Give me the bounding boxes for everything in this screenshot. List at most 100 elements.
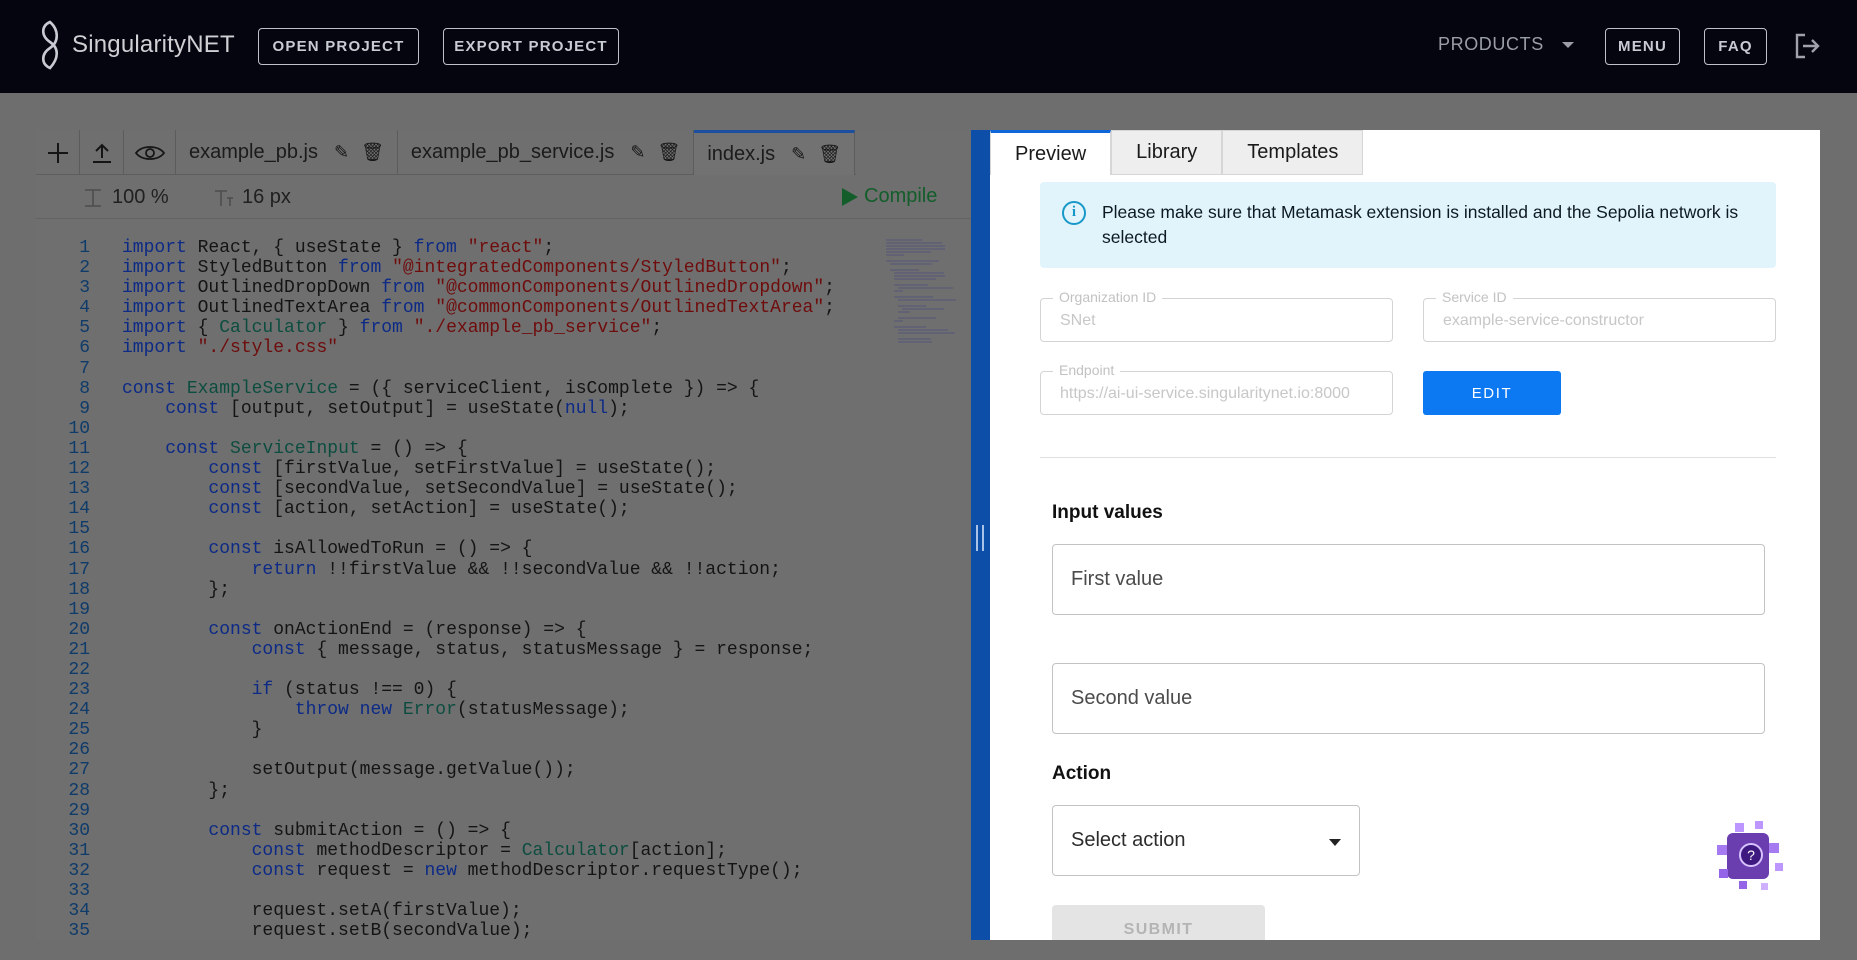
code-line[interactable]: 33 — [36, 881, 886, 901]
logout-icon[interactable] — [1793, 32, 1821, 60]
tab-templates[interactable]: Templates — [1222, 130, 1364, 175]
minimap-line — [898, 299, 956, 301]
trash-icon[interactable]: 🗑 — [818, 144, 841, 165]
line-content: const [action, setAction] = useState(); — [208, 499, 630, 520]
line-number: 7 — [79, 358, 90, 379]
line-number: 26 — [68, 740, 90, 761]
trash-icon[interactable]: 🗑 — [657, 142, 680, 163]
code-line[interactable]: 9 const [output, setOutput] = useState(n… — [36, 399, 886, 419]
second-value-input[interactable]: Second value — [1052, 663, 1765, 734]
pencil-icon[interactable]: ✎ — [791, 144, 806, 165]
code-line[interactable]: 13 const [secondValue, setSecondValue] =… — [36, 479, 886, 499]
pencil-icon[interactable]: ✎ — [630, 142, 645, 163]
drag-handle-icon[interactable] — [976, 525, 984, 551]
line-number: 33 — [68, 881, 90, 901]
panel-splitter[interactable] — [971, 130, 990, 940]
play-icon — [842, 187, 858, 206]
tab-library[interactable]: Library — [1111, 130, 1223, 175]
submit-button[interactable]: SUBMIT — [1052, 905, 1265, 940]
code-line[interactable]: 35 request.setB(secondValue); — [36, 921, 886, 941]
service-id-label: Service ID — [1436, 289, 1513, 305]
line-number: 24 — [68, 700, 90, 721]
faq-button[interactable]: FAQ — [1704, 28, 1767, 65]
code-line[interactable]: 18 }; — [36, 580, 886, 600]
code-line[interactable]: 16 const isAllowedToRun = () => { — [36, 539, 886, 559]
organization-id-field[interactable]: Organization ID SNet — [1040, 289, 1393, 342]
line-content: }; — [122, 579, 231, 600]
chevron-down-icon — [1329, 839, 1341, 846]
code-line[interactable]: 31 const methodDescriptor = Calculator[a… — [36, 841, 886, 861]
file-tab[interactable]: example_pb.js ✎ 🗑 — [176, 130, 398, 175]
code-line[interactable]: 21 const { message, status, statusMessag… — [36, 640, 886, 660]
edit-button[interactable]: EDIT — [1423, 371, 1561, 415]
line-content: const request = new methodDescriptor.req… — [251, 860, 803, 881]
code-line[interactable]: 24 throw new Error(statusMessage); — [36, 700, 886, 720]
file-tab-active[interactable]: index.js ✎ 🗑 — [694, 130, 856, 175]
minimap-line — [894, 326, 927, 328]
export-project-button[interactable]: EXPORT PROJECT — [443, 28, 619, 65]
code-line[interactable]: 27 setOutput(message.getValue()); — [36, 760, 886, 780]
add-file-button[interactable] — [36, 130, 80, 175]
code-line[interactable]: 20 const onActionEnd = (response) => { — [36, 620, 886, 640]
code-line[interactable]: 8 const ExampleService = ({ serviceClient… — [36, 379, 886, 399]
minimap-line — [886, 254, 904, 256]
trash-icon[interactable]: 🗑 — [361, 142, 384, 163]
code-line[interactable]: 4 import OutlinedTextArea from "@commonCo… — [36, 298, 886, 318]
line-number: 19 — [68, 599, 90, 620]
code-line[interactable]: 19 — [36, 600, 886, 620]
code-line[interactable]: 3 import OutlinedDropDown from "@commonCo… — [36, 278, 886, 298]
line-number: 2 — [79, 258, 90, 279]
code-minimap[interactable] — [886, 238, 956, 518]
code-line[interactable]: 2 import StyledButton from "@integratedCo… — [36, 258, 886, 278]
code-line[interactable]: 7 — [36, 359, 886, 379]
help-assistant-icon[interactable]: ? — [1705, 815, 1791, 901]
zoom-value: 100 % — [112, 186, 169, 208]
code-line[interactable]: 6 import "./style.css" — [36, 338, 886, 358]
code-line[interactable]: 30 const submitAction = () => { — [36, 821, 886, 841]
singularitynet-logo[interactable]: SingularityNET — [36, 20, 235, 70]
zoom-control[interactable]: 100 % — [82, 186, 169, 209]
line-content: } — [122, 720, 263, 741]
pencil-icon[interactable]: ✎ — [334, 142, 349, 163]
line-number: 30 — [68, 820, 90, 841]
code-line[interactable]: 11 const ServiceInput = () => { — [36, 439, 886, 459]
font-size-control[interactable]: 16 px — [212, 186, 291, 209]
open-project-button[interactable]: OPEN PROJECT — [258, 28, 419, 65]
code-line[interactable]: 1 import React, { useState } from "react"… — [36, 238, 886, 258]
minimap-line — [894, 278, 937, 280]
first-value-input[interactable]: First value — [1052, 544, 1765, 615]
upload-file-button[interactable] — [80, 130, 124, 175]
code-line[interactable]: 23 if (status !== 0) { — [36, 680, 886, 700]
minimap-line — [894, 284, 929, 286]
line-number: 1 — [79, 238, 90, 258]
endpoint-field[interactable]: Endpoint https://ai-ui-service.singulari… — [1040, 362, 1393, 415]
code-line[interactable]: 25 } — [36, 720, 886, 740]
code-line[interactable]: 29 — [36, 801, 886, 821]
line-number: 21 — [68, 639, 90, 660]
line-content — [90, 740, 122, 760]
menu-button[interactable]: MENU — [1605, 28, 1680, 65]
code-area[interactable]: 1 import React, { useState } from "react"… — [36, 238, 886, 941]
service-id-field[interactable]: Service ID example-service-constructor — [1423, 289, 1776, 342]
tab-preview[interactable]: Preview — [990, 130, 1112, 175]
compile-button[interactable]: Compile — [842, 185, 937, 208]
line-number: 32 — [68, 860, 90, 881]
code-line[interactable]: 10 — [36, 419, 886, 439]
code-line[interactable]: 26 — [36, 740, 886, 760]
line-content: const submitAction = () => { — [208, 820, 511, 841]
products-dropdown[interactable]: PRODUCTS — [1438, 34, 1574, 55]
code-line[interactable]: 17 return !!firstValue && !!secondValue … — [36, 560, 886, 580]
line-content: const [output, setOutput] = useState(nul… — [165, 398, 630, 419]
code-line[interactable]: 32 const request = new methodDescriptor.… — [36, 861, 886, 881]
line-content: return !!firstValue && !!secondValue && … — [251, 559, 781, 580]
code-line[interactable]: 22 — [36, 660, 886, 680]
code-line[interactable]: 5 import { Calculator } from "./example_p… — [36, 318, 886, 338]
action-select[interactable]: Select action — [1052, 805, 1360, 876]
preview-toggle-button[interactable] — [124, 130, 176, 175]
code-line[interactable]: 12 const [firstValue, setFirstValue] = u… — [36, 459, 886, 479]
code-line[interactable]: 15 — [36, 519, 886, 539]
file-tab[interactable]: example_pb_service.js ✎ 🗑 — [398, 130, 695, 175]
code-line[interactable]: 34 request.setA(firstValue); — [36, 901, 886, 921]
code-line[interactable]: 28 }; — [36, 781, 886, 801]
code-line[interactable]: 14 const [action, setAction] = useState(… — [36, 499, 886, 519]
